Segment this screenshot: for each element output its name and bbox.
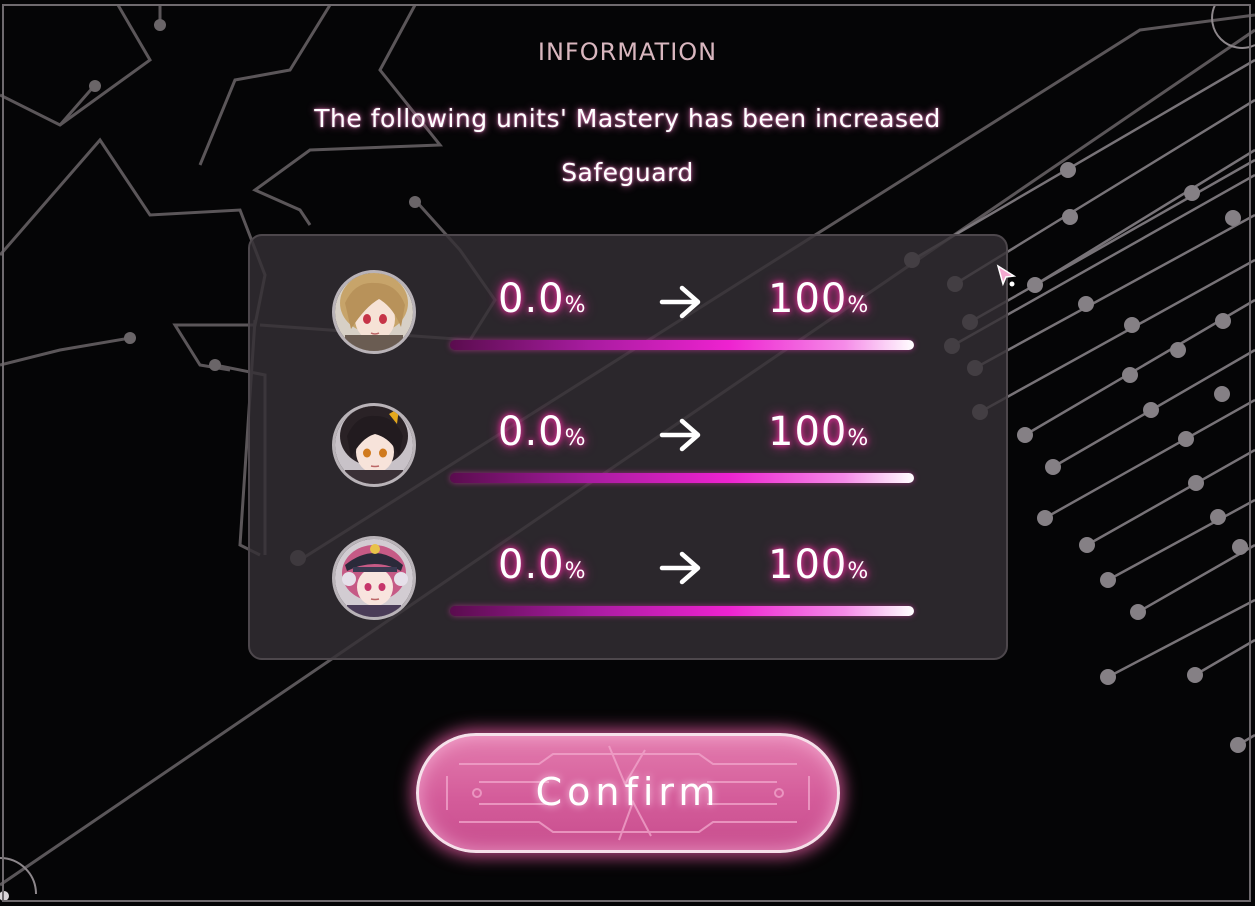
mastery-row: 0.0% 100%: [250, 270, 1010, 370]
before-number: 0.0: [498, 276, 565, 322]
before-number: 0.0: [498, 542, 565, 588]
mastery-progress-bar: [450, 340, 914, 350]
mastery-info-screen: INFORMATION The following units' Mastery…: [0, 0, 1255, 906]
mastery-after-value: 100%: [768, 542, 869, 588]
pink-hair-cap-girl-portrait: [332, 536, 416, 620]
before-unit: %: [564, 293, 587, 318]
mastery-before-value: 0.0%: [498, 542, 587, 588]
after-number: 100: [768, 409, 848, 455]
mastery-progress-bar: [450, 473, 914, 483]
after-number: 100: [768, 542, 848, 588]
arrow-right-icon: [659, 418, 701, 452]
mastery-after-value: 100%: [768, 409, 869, 455]
after-unit: %: [847, 559, 870, 584]
mastery-progress-bar: [450, 606, 914, 616]
unit-name-label: Safeguard: [561, 158, 694, 187]
mastery-panel: 0.0% 100% 0.0% 100% 0.0% 100%: [248, 234, 1008, 660]
before-unit: %: [564, 426, 587, 451]
after-unit: %: [847, 426, 870, 451]
before-number: 0.0: [498, 409, 565, 455]
after-unit: %: [847, 293, 870, 318]
mastery-after-value: 100%: [768, 276, 869, 322]
blonde-hair-girl-portrait: [332, 270, 416, 354]
mastery-before-value: 0.0%: [498, 409, 587, 455]
dark-hair-girl-portrait: [332, 403, 416, 487]
mastery-before-value: 0.0%: [498, 276, 587, 322]
confirm-button[interactable]: Confirm: [416, 733, 840, 853]
confirm-button-label: Confirm: [535, 770, 721, 814]
arrow-right-icon: [659, 285, 701, 319]
mastery-row: 0.0% 100%: [250, 403, 1010, 503]
before-unit: %: [564, 559, 587, 584]
pointer-cursor-icon: [996, 264, 1017, 287]
dialog-title: INFORMATION: [537, 38, 718, 66]
after-number: 100: [768, 276, 848, 322]
dialog-message: The following units' Mastery has been in…: [314, 104, 941, 133]
mastery-row: 0.0% 100%: [250, 536, 1010, 636]
arrow-right-icon: [659, 551, 701, 585]
